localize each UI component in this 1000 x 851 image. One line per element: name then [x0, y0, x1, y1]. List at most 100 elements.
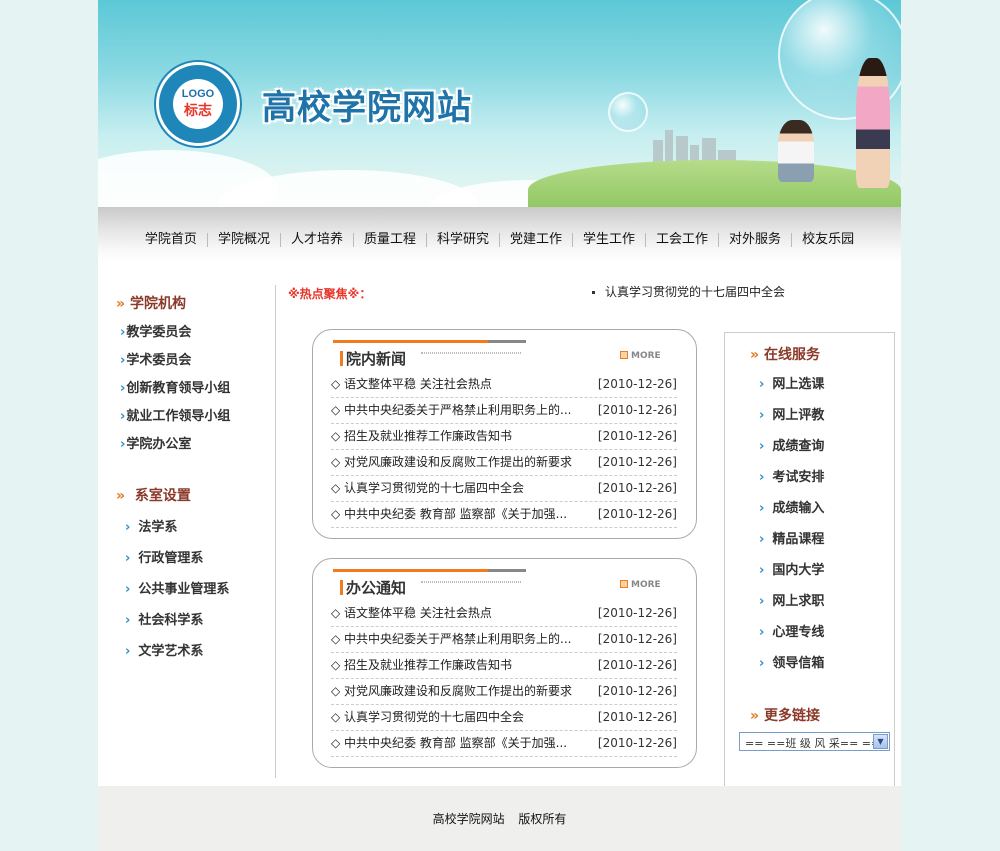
box-header: 院内新闻 MORE: [313, 330, 696, 370]
service-item[interactable]: › 网上选课: [759, 373, 824, 404]
service-item[interactable]: › 精品课程: [759, 528, 824, 559]
org-item[interactable]: ›学院办公室: [120, 433, 230, 461]
dept-item[interactable]: › 行政管理系: [125, 547, 229, 578]
hot-focus-label: ※热点聚焦※：: [288, 287, 372, 301]
notice-item[interactable]: ◇ 中共中央纪委关于严格禁止利用职务上的... [2010-12-26]: [331, 627, 677, 653]
logo-emblem[interactable]: LOGO 标志: [156, 62, 240, 146]
more-icon: [620, 580, 628, 588]
service-item[interactable]: › 考试安排: [759, 466, 824, 497]
links-section-title: » 更多链接: [750, 708, 821, 724]
bubble-decoration: [608, 92, 648, 132]
footer: 高校学院网站 版权所有: [98, 786, 901, 851]
dept-list: › 法学系 › 行政管理系 › 公共事业管理系 › 社会科学系 › 文学艺术系: [125, 516, 229, 671]
chevron-right-icon: ›: [125, 582, 131, 597]
column-divider: [275, 285, 276, 778]
header-banner: LOGO 标志 高校学院网站: [98, 0, 901, 207]
service-item[interactable]: › 领导信箱: [759, 652, 824, 683]
service-list: › 网上选课 › 网上评教 › 成绩查询 › 考试安排 › 成绩输入 › 精品课程 › 国内大…: [759, 373, 824, 683]
student-figure: [778, 120, 814, 182]
double-chevron-icon: »: [750, 708, 760, 724]
nav-item-home[interactable]: 学院首页: [135, 233, 207, 247]
news-item[interactable]: ◇ 对党风廉政建设和反腐败工作提出的新要求 [2010-12-26]: [331, 450, 677, 476]
notice-item[interactable]: ◇ 认真学习贯彻党的十七届四中全会 [2010-12-26]: [331, 705, 677, 731]
news-item[interactable]: ◇ 招生及就业推荐工作廉政告知书 [2010-12-26]: [331, 424, 677, 450]
double-chevron-icon: »: [750, 347, 760, 363]
org-item[interactable]: ›就业工作领导小组: [120, 405, 230, 433]
chevron-right-icon: ›: [759, 656, 765, 671]
chevron-right-icon: ›: [759, 377, 765, 392]
dept-item[interactable]: › 文学艺术系: [125, 640, 229, 671]
header-grey-bar: [488, 569, 526, 572]
org-title-text: 学院机构: [130, 296, 187, 312]
service-item[interactable]: › 国内大学: [759, 559, 824, 590]
chevron-right-icon: ›: [120, 437, 126, 452]
chevron-right-icon: ›: [759, 501, 765, 516]
chevron-right-icon: ›: [120, 409, 126, 424]
nav-item-training[interactable]: 人才培养: [279, 233, 353, 247]
box-title: 办公通知: [346, 579, 407, 597]
news-item[interactable]: ◇ 认真学习贯彻党的十七届四中全会 [2010-12-26]: [331, 476, 677, 502]
header-accent-bar: [333, 340, 488, 343]
bullet-icon: [592, 291, 595, 294]
nav-item-alumni[interactable]: 校友乐园: [791, 233, 864, 247]
nav-item-students[interactable]: 学生工作: [572, 233, 645, 247]
service-item[interactable]: › 网上求职: [759, 590, 824, 621]
notice-list: ◇ 语文整体平稳 关注社会热点 [2010-12-26] ◇ 中共中央纪委关于严格…: [331, 601, 677, 757]
dept-item[interactable]: › 法学系: [125, 516, 229, 547]
student-figure: [856, 58, 890, 188]
more-link[interactable]: MORE: [620, 351, 661, 361]
service-item[interactable]: › 成绩查询: [759, 435, 824, 466]
notice-item[interactable]: ◇ 招生及就业推荐工作廉政告知书 [2010-12-26]: [331, 653, 677, 679]
chevron-right-icon: ›: [120, 353, 126, 368]
nav-item-quality[interactable]: 质量工程: [352, 233, 426, 247]
nav-item-overview[interactable]: 学院概况: [206, 233, 280, 247]
chevron-down-icon[interactable]: ▼: [873, 734, 888, 749]
org-item[interactable]: ›学术委员会: [120, 349, 230, 377]
chevron-right-icon: ›: [125, 613, 131, 628]
decor-lines: [421, 352, 521, 354]
dept-section-title: » 系室设置: [116, 485, 191, 505]
dept-title-text: 系室设置: [134, 488, 191, 504]
nav-item-party[interactable]: 党建工作: [499, 233, 572, 247]
hot-news-link[interactable]: 认真学习贯彻党的十七届四中全会: [592, 283, 785, 300]
page: LOGO 标志 高校学院网站 学院首页 学院概况 人才培养 质量工程 科学研究 …: [98, 0, 901, 851]
logo-text: LOGO: [181, 88, 215, 100]
right-sidebar: » 在线服务 › 网上选课 › 网上评教 › 成绩查询 › 考试安排 › 成绩输入 › 精品课…: [724, 332, 895, 786]
more-link[interactable]: MORE: [620, 580, 661, 590]
chevron-right-icon: ›: [759, 532, 765, 547]
notice-item[interactable]: ◇ 中共中央纪委 教育部 监察部《关于加强... [2010-12-26]: [331, 731, 677, 757]
service-item[interactable]: › 网上评教: [759, 404, 824, 435]
notice-item[interactable]: ◇ 对党风廉政建设和反腐败工作提出的新要求 [2010-12-26]: [331, 679, 677, 705]
nav-item-union[interactable]: 工会工作: [645, 233, 718, 247]
chevron-right-icon: ›: [759, 408, 765, 423]
chevron-right-icon: ›: [125, 551, 131, 566]
org-item[interactable]: ›教学委员会: [120, 321, 230, 349]
dept-item[interactable]: › 社会科学系: [125, 609, 229, 640]
notice-item[interactable]: ◇ 语文整体平稳 关注社会热点 [2010-12-26]: [331, 601, 677, 627]
news-item[interactable]: ◇ 语文整体平稳 关注社会热点 [2010-12-26]: [331, 372, 677, 398]
more-icon: [620, 351, 628, 359]
org-item[interactable]: ›创新教育领导小组: [120, 377, 230, 405]
service-item[interactable]: › 成绩输入: [759, 497, 824, 528]
chevron-right-icon: ›: [120, 381, 126, 396]
nav-item-research[interactable]: 科学研究: [425, 233, 499, 247]
service-section-title: » 在线服务: [750, 347, 821, 363]
chevron-right-icon: ›: [759, 439, 765, 454]
service-item[interactable]: › 心理专线: [759, 621, 824, 652]
box-title: 院内新闻: [346, 350, 407, 368]
chevron-right-icon: ›: [759, 563, 765, 578]
links-select[interactable]: == ==班 级 风 采== == ▼: [739, 732, 890, 751]
decor-lines: [421, 581, 521, 583]
news-item[interactable]: ◇ 中共中央纪委 教育部 监察部《关于加强... [2010-12-26]: [331, 502, 677, 528]
news-item[interactable]: ◇ 中共中央纪委关于严格禁止利用职务上的... [2010-12-26]: [331, 398, 677, 424]
main-nav: 学院首页 学院概况 人才培养 质量工程 科学研究 党建工作 学生工作 工会工作 …: [98, 207, 901, 262]
chevron-right-icon: ›: [125, 644, 131, 659]
org-list: ›教学委员会 ›学术委员会 ›创新教育领导小组 ›就业工作领导小组 ›学院办公室: [120, 321, 230, 461]
chevron-right-icon: ›: [125, 520, 131, 535]
footer-site-name: 高校学院网站: [432, 812, 505, 826]
office-notice-box: 办公通知 MORE ◇ 语文整体平稳 关注社会热点 [2010-12-26] ◇ …: [312, 558, 697, 768]
nav-item-services[interactable]: 对外服务: [718, 233, 791, 247]
campus-news-box: 院内新闻 MORE ◇ 语文整体平稳 关注社会热点 [2010-12-26] ◇ …: [312, 329, 697, 539]
dept-item[interactable]: › 公共事业管理系: [125, 578, 229, 609]
header-grey-bar: [488, 340, 526, 343]
